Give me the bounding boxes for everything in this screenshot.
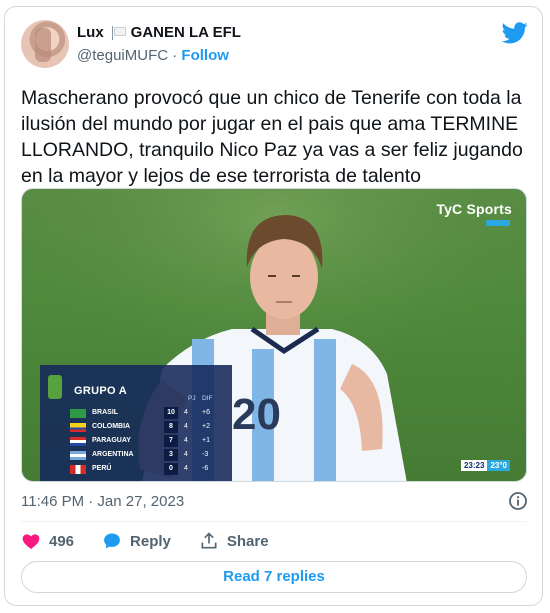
standings-row: PERÚ 0 4 -6 xyxy=(70,463,230,475)
info-icon[interactable] xyxy=(508,491,528,511)
avatar[interactable] xyxy=(21,20,69,68)
team-pj: 4 xyxy=(184,423,188,430)
colombia-flag-icon xyxy=(70,423,86,432)
user-info: Lux GANEN LA EFL @teguiMUFC · Follow xyxy=(77,23,241,66)
team-pj: 4 xyxy=(184,465,188,472)
separator: · xyxy=(172,47,178,64)
standings-row: BRASIL 10 4 +6 xyxy=(70,407,230,419)
broadcaster-logo: TyC Sports xyxy=(436,201,512,217)
tweet-media-image[interactable]: 20 TyC Sports GRUPO A PJ DIF BRASIL 10 4… xyxy=(21,188,527,482)
team-pj: 4 xyxy=(184,409,188,416)
divider xyxy=(21,521,526,522)
peru-flag-icon xyxy=(70,465,86,474)
clock-temp: 23°0 xyxy=(487,460,510,471)
heart-icon xyxy=(22,534,40,549)
handle-row: @teguiMUFC · Follow xyxy=(77,46,241,66)
standings-graphic: GRUPO A PJ DIF BRASIL 10 4 +6 COLOMBIA 8… xyxy=(40,365,232,481)
standings-row: PARAGUAY 7 4 +1 xyxy=(70,435,230,447)
broadcaster-dots xyxy=(486,220,510,226)
team-pj: 4 xyxy=(184,451,188,458)
team-name: PARAGUAY xyxy=(92,437,131,444)
jersey-number: 20 xyxy=(232,390,281,439)
team-dif: +1 xyxy=(202,437,210,444)
tournament-logo xyxy=(48,375,62,399)
team-pj: 4 xyxy=(184,437,188,444)
share-button[interactable]: Share xyxy=(199,531,269,551)
twitter-bird-icon[interactable] xyxy=(502,22,528,44)
col-dif: DIF xyxy=(202,395,213,402)
team-name: BRASIL xyxy=(92,409,119,416)
share-icon xyxy=(201,532,217,549)
team-name: COLOMBIA xyxy=(92,423,131,430)
broadcast-clock: 23:23 23°0 xyxy=(460,460,510,471)
user-handle[interactable]: @teguiMUFC xyxy=(77,47,168,64)
tweet-card: Lux GANEN LA EFL @teguiMUFC · Follow Mas… xyxy=(4,6,543,606)
read-replies-button[interactable]: Read 7 replies xyxy=(21,561,527,593)
tweet-timestamp[interactable]: 11:46 PM · Jan 27, 2023 xyxy=(21,493,184,510)
team-dif: -6 xyxy=(202,465,209,472)
reply-button[interactable]: Reply xyxy=(102,531,171,551)
team-dif: +2 xyxy=(202,423,210,430)
team-points: 8 xyxy=(164,421,178,433)
standings-row: COLOMBIA 8 4 +2 xyxy=(70,421,230,433)
flag-icon xyxy=(111,26,126,40)
team-points: 3 xyxy=(164,449,178,461)
team-name: PERÚ xyxy=(92,465,112,472)
col-pj: PJ xyxy=(188,395,196,402)
reply-bubble-icon xyxy=(104,533,120,549)
team-points: 10 xyxy=(164,407,178,419)
standings-row: ARGENTINA 3 4 -3 xyxy=(70,449,230,461)
like-button[interactable]: 496 xyxy=(21,531,74,551)
argentina-flag-icon xyxy=(70,451,86,460)
display-name[interactable]: Lux GANEN LA EFL xyxy=(77,23,241,43)
team-points: 7 xyxy=(164,435,178,447)
team-points: 0 xyxy=(164,463,178,475)
team-dif: +6 xyxy=(202,409,210,416)
paraguay-flag-icon xyxy=(70,437,86,446)
display-name-text[interactable]: Lux xyxy=(77,23,104,43)
reply-label: Reply xyxy=(130,532,171,550)
like-count: 496 xyxy=(49,532,75,550)
share-label: Share xyxy=(226,532,269,550)
team-dif: -3 xyxy=(202,451,209,458)
team-name: ARGENTINA xyxy=(92,451,134,458)
tweet-text: Mascherano provocó que un chico de Tener… xyxy=(21,87,523,187)
brazil-flag-icon xyxy=(70,409,86,418)
display-name-suffix[interactable]: GANEN LA EFL xyxy=(131,23,241,43)
clock-time: 23:23 xyxy=(460,460,488,471)
follow-button[interactable]: Follow xyxy=(181,47,229,64)
tweet-actions: 496 Reply Share xyxy=(21,529,297,553)
standings-title: GRUPO A xyxy=(74,385,128,397)
